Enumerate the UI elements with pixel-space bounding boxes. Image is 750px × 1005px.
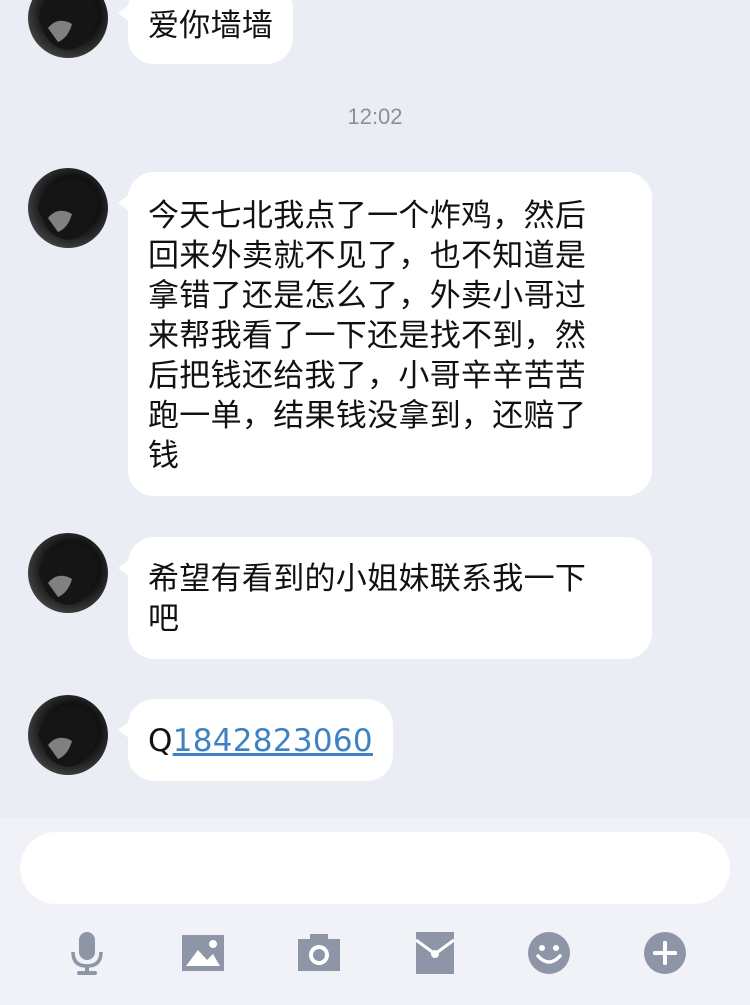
message-input[interactable]: [20, 832, 730, 904]
emoji-icon: [528, 932, 570, 974]
message-line: 吧: [148, 601, 180, 637]
message-bubble[interactable]: 爱你墙墙: [117, 0, 294, 64]
qq-number-link[interactable]: 1842823060: [173, 723, 373, 759]
toolbar: [0, 928, 750, 988]
input-bar: [0, 818, 750, 1005]
camera-icon: [298, 934, 340, 971]
plus-icon: [644, 932, 686, 974]
qq-prefix: Q: [148, 723, 173, 759]
red-packet-icon: [415, 932, 455, 974]
image-icon: [182, 935, 224, 971]
camera-button[interactable]: [294, 928, 344, 978]
timestamp: 12:02: [347, 104, 403, 129]
image-button[interactable]: [178, 928, 228, 978]
message-line: 回来外卖就不见了，也不知道是: [148, 238, 587, 274]
red-packet-button[interactable]: [410, 928, 460, 978]
avatar[interactable]: [28, 168, 108, 248]
message-bubble[interactable]: 希望有看到的小姐妹联系我一下 吧: [118, 537, 652, 659]
message-line: 拿错了还是怎么了，外卖小哥过: [148, 278, 587, 314]
message-bubble[interactable]: 今天七北我点了一个炸鸡，然后 回来外卖就不见了，也不知道是 拿错了还是怎么了，外…: [118, 172, 652, 496]
plus-button[interactable]: [640, 928, 690, 978]
message-line: 来帮我看了一下还是找不到，然: [148, 318, 587, 354]
message-text: 爱你墙墙: [148, 8, 274, 44]
avatar[interactable]: [28, 533, 108, 613]
message-line: 钱: [148, 438, 180, 474]
avatar[interactable]: [28, 0, 108, 58]
message-line: 后把钱还给我了，小哥辛辛苦苦: [148, 358, 587, 394]
microphone-button[interactable]: [62, 928, 112, 978]
message-line: 今天七北我点了一个炸鸡，然后: [148, 198, 587, 234]
message-line: 希望有看到的小姐妹联系我一下: [148, 561, 587, 597]
message-bubble[interactable]: Q1842823060: [118, 699, 393, 781]
microphone-icon: [71, 932, 103, 975]
message-line: 跑一单，结果钱没拿到，还赔了: [148, 398, 587, 434]
emoji-button[interactable]: [524, 928, 574, 978]
avatar[interactable]: [28, 695, 108, 775]
chat-history: 爱你墙墙 12:02 今天七北我点了一个炸鸡，然后 回来外卖就不见了，也不知道是…: [0, 0, 750, 818]
